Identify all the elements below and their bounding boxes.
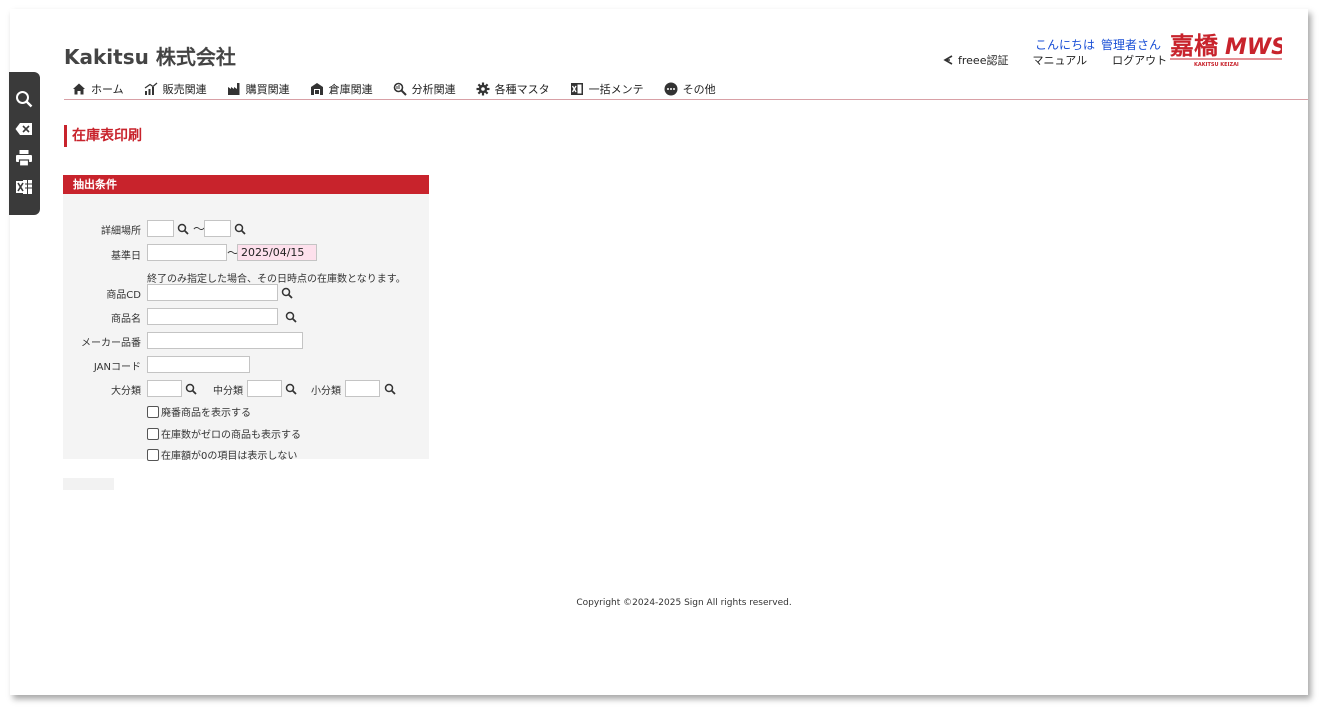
location-from-search-icon[interactable] [177,223,189,235]
manual-label: マニュアル [1032,54,1088,67]
action-sidebar [9,72,40,215]
mid-category-search-icon[interactable] [285,383,297,395]
nav-analysis[interactable]: 分析関連 [393,80,456,98]
product-cd-input[interactable] [147,284,278,301]
mid-category-label: 中分類 [213,386,243,397]
logout-label: ログアウト [1112,54,1168,67]
nav-masters[interactable]: 各種マスタ [476,80,550,98]
excel-icon [16,180,32,194]
product-name-label: 商品名 [111,314,141,325]
small-category-input[interactable] [345,380,380,397]
show-discontinued-checkbox[interactable]: 廃番商品を表示する [147,404,251,419]
base-date-from-input[interactable] [147,244,227,261]
chart-up-icon [144,82,158,95]
checkbox-box[interactable] [147,405,159,418]
analysis-icon [393,82,407,96]
nav-analysis-label: 分析関連 [411,83,456,96]
large-category-label: 大分類 [111,386,141,397]
nav-home-label: ホーム [91,83,124,96]
jan-code-input[interactable] [147,356,250,373]
mid-category-input[interactable] [247,380,282,397]
maker-no-label: メーカー品番 [81,338,141,349]
company-name: Kakitsu 株式会社 [64,45,236,69]
nav-sales-label: 販売関連 [162,83,207,96]
home-icon [73,83,85,95]
excel-export-button[interactable] [14,177,34,197]
checkbox-box[interactable] [147,427,159,440]
hide-zero-amount-checkbox[interactable]: 在庫額が0の項目は表示しない [147,447,297,462]
location-to-input[interactable] [204,220,231,237]
excel-icon [570,83,583,95]
freee-auth-label: freee認証 [958,54,1009,67]
main-nav: ホーム 販売関連 購買関連 倉庫関連 分析関連 各種マスタ 一括メンテ その他 [64,79,1308,100]
hide-zero-amount-label: 在庫額が0の項目は表示しない [161,451,298,462]
logout-link[interactable]: ログアウト [1112,52,1167,68]
factory-icon [227,83,240,95]
jan-code-label: JANコード [93,362,141,373]
manual-link[interactable]: マニュアル [1032,52,1087,68]
greeting-text: こんにちは [1035,38,1096,52]
location-label: 詳細場所 [101,226,141,237]
warehouse-icon [310,83,323,95]
user-name-link[interactable]: 管理者さん [1101,36,1161,53]
nav-warehouse[interactable]: 倉庫関連 [310,80,373,98]
large-category-input[interactable] [147,380,182,397]
nav-purchase-label: 購買関連 [245,83,290,96]
main-window: Kakitsu 株式会社 こんにちは 管理者さん freee認証 マニュアル ロ… [10,9,1308,695]
base-date-label: 基準日 [111,251,141,262]
base-date-note: 終了のみ指定した場合、その日時点の在庫数となります。 [147,274,406,285]
logo-subtitle: KAKITSU KEIZAI [1194,62,1239,68]
blank-block [63,478,114,490]
nav-warehouse-label: 倉庫関連 [328,83,373,96]
checkbox-box[interactable] [147,448,159,461]
product-cd-label: 商品CD [106,290,141,301]
show-zero-stock-label: 在庫数がゼロの商品も表示する [161,430,301,441]
location-from-input[interactable] [147,220,174,237]
nav-bulk-maintenance-label: 一括メンテ [588,83,644,96]
show-zero-stock-checkbox[interactable]: 在庫数がゼロの商品も表示する [147,426,301,441]
product-name-input[interactable] [147,308,278,325]
backspace-icon [15,123,32,135]
product-name-search-icon[interactable] [285,311,297,323]
freee-arrow-icon [943,55,953,65]
gear-icon [476,82,490,96]
location-to-search-icon[interactable] [234,223,246,235]
small-category-label: 小分類 [311,386,341,397]
large-category-search-icon[interactable] [185,383,197,395]
nav-sales[interactable]: 販売関連 [144,80,207,98]
page-title: 在庫表印刷 [64,125,142,147]
nav-other-label: その他 [682,83,716,96]
clear-button[interactable] [14,119,34,139]
printer-icon [16,150,32,167]
brand-logo: 嘉橋 MWS KAKITSU KEIZAI [1170,29,1287,69]
filter-panel-header: 抽出条件 [63,175,429,194]
small-category-search-icon[interactable] [384,383,396,395]
more-icon [664,82,678,96]
print-button[interactable] [14,148,34,168]
show-discontinued-label: 廃番商品を表示する [161,408,251,419]
filter-panel: 詳細場所 ～ 基準日 ～ 2025/04/15 終了のみ指定した場合、その日時点… [63,194,429,462]
base-date-to-input[interactable]: 2025/04/15 [237,244,317,261]
search-button[interactable] [14,89,34,109]
nav-other[interactable]: その他 [664,80,716,98]
logo-kanji: 嘉橋 [1170,32,1219,60]
copyright-footer: Copyright ©2024-2025 Sign All rights res… [576,598,792,608]
freee-auth-link[interactable]: freee認証 [942,52,1008,68]
product-cd-search-icon[interactable] [281,287,293,299]
nav-home[interactable]: ホーム [72,80,124,98]
maker-no-input[interactable] [147,332,303,349]
logo-mws: MWS [1225,35,1282,60]
nav-masters-label: 各種マスタ [494,83,550,96]
search-icon [16,91,33,108]
nav-bulk-maintenance[interactable]: 一括メンテ [570,80,644,98]
nav-purchase[interactable]: 購買関連 [227,80,290,98]
